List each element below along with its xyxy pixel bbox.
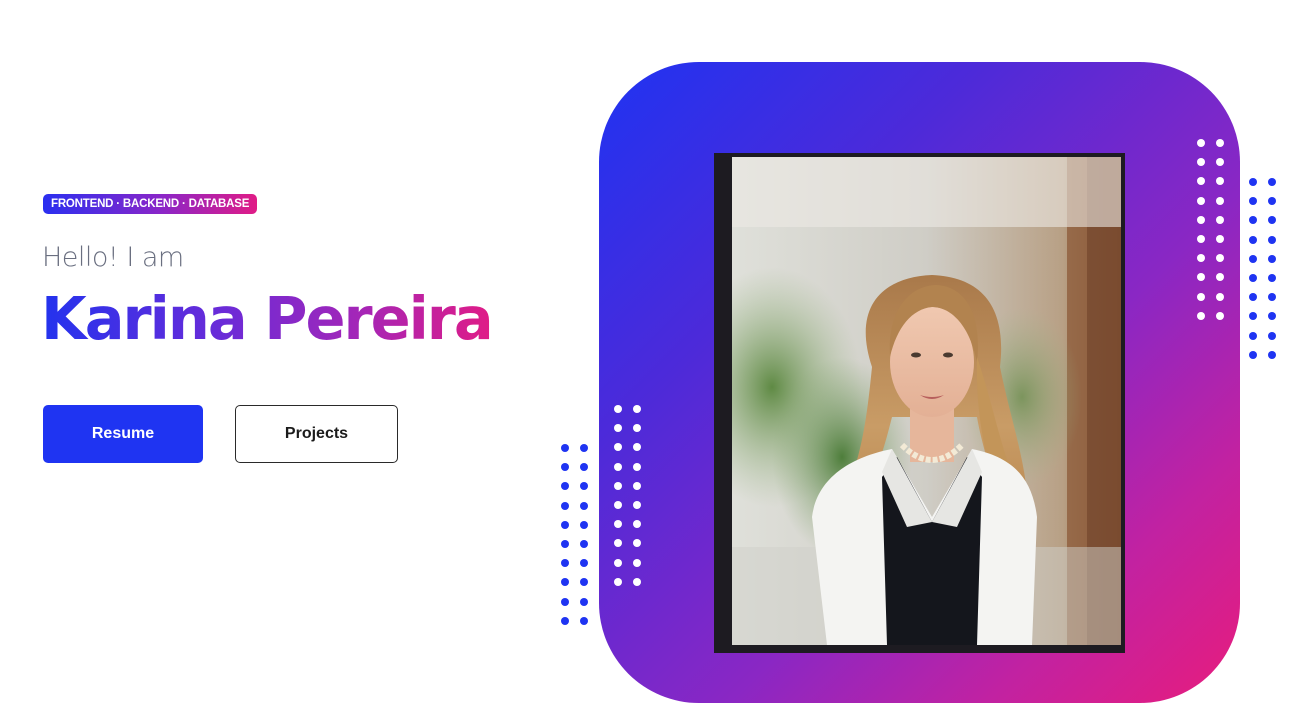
- decorative-dot: [1268, 178, 1276, 186]
- decorative-dot: [1197, 273, 1205, 282]
- decorative-dot: [1197, 177, 1205, 186]
- decorative-dot: [1197, 234, 1205, 243]
- decorative-dot: [580, 616, 588, 625]
- decorative-dot: [580, 559, 588, 568]
- decorative-dot: [614, 443, 622, 452]
- skills-badge: FRONTEND · BACKEND · DATABASE: [43, 194, 258, 214]
- decorative-dot: [1216, 215, 1224, 224]
- decorative-dot: [561, 597, 569, 606]
- decorative-dot: [1268, 254, 1276, 263]
- decorative-dot: [1268, 235, 1276, 244]
- decorative-dot: [580, 482, 588, 491]
- decorative-dot: [1197, 158, 1205, 167]
- profile-photo: [732, 157, 1121, 645]
- decorative-dot: [614, 424, 622, 433]
- decorative-dot: [1216, 234, 1224, 243]
- decorative-dot: [580, 463, 588, 472]
- decorative-dot: [561, 616, 569, 625]
- dot-pattern-right-blue: [1249, 178, 1276, 359]
- decorative-dot: [1249, 293, 1257, 302]
- decorative-dot: [614, 577, 622, 586]
- decorative-dot: [580, 539, 588, 548]
- decorative-dot: [614, 558, 622, 567]
- decorative-dot: [1216, 158, 1224, 167]
- dot-pattern-left-white: [614, 405, 641, 586]
- decorative-dot: [1216, 254, 1224, 263]
- decorative-dot: [614, 520, 622, 529]
- decorative-dot: [1249, 331, 1257, 340]
- greeting-text: Hello! I am: [42, 242, 184, 273]
- dot-pattern-right-white: [1197, 139, 1224, 320]
- decorative-dot: [633, 539, 641, 548]
- hero-section: FRONTEND · BACKEND · DATABASE Hello! I a…: [0, 0, 1293, 714]
- decorative-dot: [633, 443, 641, 452]
- decorative-dot: [1216, 311, 1224, 320]
- decorative-dot: [614, 462, 622, 471]
- decorative-dot: [1268, 273, 1276, 282]
- decorative-dot: [1268, 216, 1276, 225]
- decorative-dot: [1268, 331, 1276, 340]
- decorative-dot: [561, 501, 569, 510]
- decorative-dot: [633, 500, 641, 509]
- decorative-dot: [1249, 178, 1257, 186]
- decorative-dot: [633, 405, 641, 413]
- decorative-dot: [1249, 216, 1257, 225]
- decorative-dot: [1197, 254, 1205, 263]
- decorative-dot: [633, 558, 641, 567]
- decorative-dot: [580, 444, 588, 452]
- decorative-dot: [561, 444, 569, 452]
- decorative-dot: [633, 520, 641, 529]
- decorative-dot: [580, 578, 588, 587]
- decorative-dot: [633, 424, 641, 433]
- decorative-dot: [1249, 312, 1257, 321]
- decorative-dot: [561, 482, 569, 491]
- decorative-dot: [1216, 139, 1224, 147]
- decorative-dot: [1216, 177, 1224, 186]
- projects-button[interactable]: Projects: [235, 405, 398, 463]
- decorative-dot: [580, 501, 588, 510]
- resume-button[interactable]: Resume: [43, 405, 203, 463]
- decorative-dot: [1249, 273, 1257, 282]
- decorative-dot: [1197, 292, 1205, 301]
- decorative-dot: [1197, 196, 1205, 205]
- decorative-dot: [1249, 350, 1257, 359]
- decorative-dot: [1268, 350, 1276, 359]
- decorative-dot: [633, 481, 641, 490]
- dot-pattern-left-blue: [561, 444, 588, 625]
- decorative-dot: [561, 578, 569, 587]
- decorative-dot: [1197, 139, 1205, 147]
- hero-name: Karina Pereira: [41, 284, 494, 353]
- decorative-dot: [1249, 254, 1257, 263]
- decorative-dot: [614, 500, 622, 509]
- decorative-dot: [561, 520, 569, 529]
- decorative-dot: [1216, 273, 1224, 282]
- decorative-dot: [1216, 196, 1224, 205]
- decorative-dot: [580, 520, 588, 529]
- decorative-dot: [1197, 215, 1205, 224]
- decorative-dot: [561, 539, 569, 548]
- decorative-dot: [561, 463, 569, 472]
- decorative-dot: [580, 597, 588, 606]
- decorative-dot: [614, 481, 622, 490]
- decorative-dot: [1197, 311, 1205, 320]
- decorative-dot: [1268, 312, 1276, 321]
- decorative-dot: [633, 462, 641, 471]
- decorative-dot: [561, 559, 569, 568]
- decorative-dot: [633, 577, 641, 586]
- decorative-dot: [1216, 292, 1224, 301]
- decorative-dot: [1268, 293, 1276, 302]
- decorative-dot: [1249, 235, 1257, 244]
- decorative-dot: [1249, 197, 1257, 206]
- decorative-dot: [614, 405, 622, 413]
- decorative-dot: [1268, 197, 1276, 206]
- decorative-dot: [614, 539, 622, 548]
